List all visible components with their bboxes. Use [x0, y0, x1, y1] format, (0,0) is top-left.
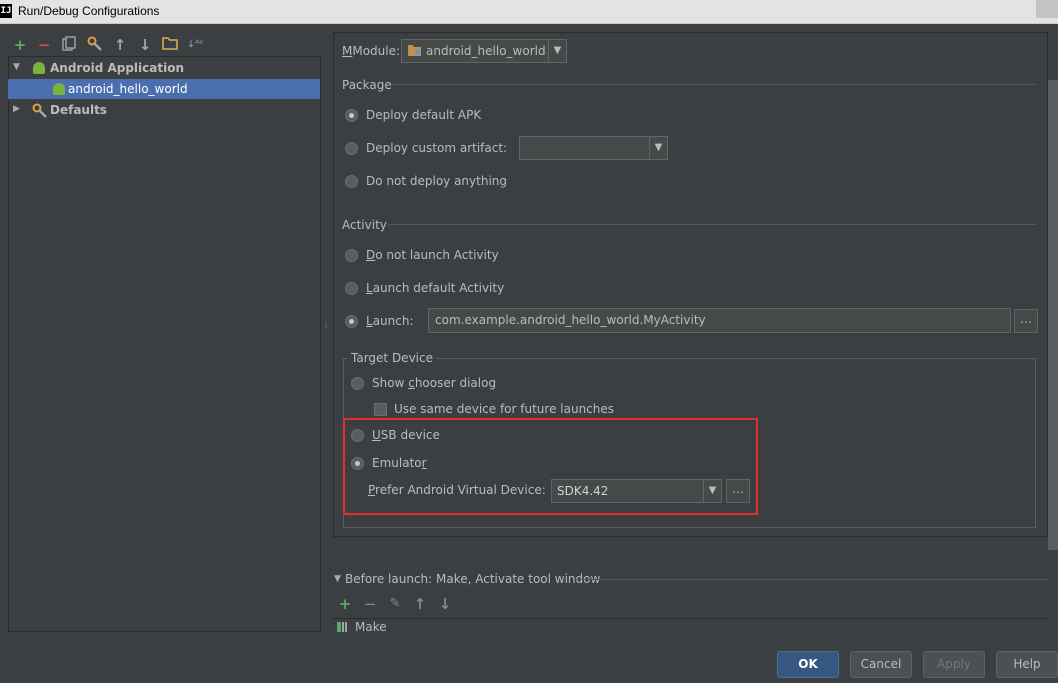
make-task-label: Make	[355, 620, 387, 634]
module-value: android_hello_world	[426, 44, 546, 58]
android-icon	[53, 83, 65, 95]
highlight-box	[343, 418, 758, 515]
chevron-down-icon[interactable]: ▼	[548, 40, 566, 62]
launch-radio[interactable]	[345, 315, 358, 328]
before-launch-remove-icon[interactable]: −	[361, 595, 379, 613]
window-close-button[interactable]	[1036, 0, 1058, 18]
make-task-icon	[337, 621, 347, 632]
module-folder-icon	[407, 44, 422, 60]
no-deploy-label: Do not deploy anything	[366, 174, 507, 188]
before-launch-separator	[575, 579, 1048, 580]
launch-default-radio[interactable]	[345, 282, 358, 295]
splitter-handle[interactable]: ⋮ ⋮	[322, 320, 330, 340]
tree-item-android-application[interactable]: ▼ Android Application	[8, 58, 320, 78]
activity-section-title: Activity	[342, 218, 387, 232]
do-not-launch-radio[interactable]	[345, 249, 358, 262]
chevron-down-icon[interactable]: ▼	[649, 137, 667, 159]
deploy-default-label: Deploy default APK	[366, 108, 482, 122]
deploy-custom-label: Deploy custom artifact:	[366, 141, 508, 155]
before-launch-up-icon[interactable]: ↑	[411, 595, 429, 613]
before-launch-down-icon[interactable]: ↓	[436, 595, 454, 613]
no-deploy-radio[interactable]	[345, 175, 358, 188]
package-section-title: Package	[342, 78, 392, 92]
add-icon[interactable]: +	[11, 36, 29, 54]
before-launch-add-icon[interactable]: +	[336, 595, 354, 613]
deploy-default-radio[interactable]	[345, 109, 358, 122]
folder-icon[interactable]	[161, 36, 179, 54]
move-down-icon[interactable]: ↓	[136, 36, 154, 54]
tree-item-label: Defaults	[50, 103, 107, 117]
tree-item-label: android_hello_world	[68, 82, 188, 96]
remove-icon[interactable]: −	[35, 36, 53, 54]
launch-activity-input[interactable]: com.example.android_hello_world.MyActivi…	[428, 308, 1011, 333]
defaults-wrench-icon	[32, 103, 48, 121]
collapse-arrow-icon[interactable]: ▶	[13, 104, 20, 114]
before-launch-list[interactable]	[333, 618, 1048, 632]
launch-default-label: Launch default Activity	[366, 281, 505, 295]
edit-defaults-icon[interactable]	[86, 36, 104, 54]
launch-label: Launch:	[366, 314, 414, 328]
activity-separator	[388, 224, 1036, 225]
apply-button[interactable]: Apply	[923, 651, 985, 678]
vertical-scrollbar[interactable]	[1048, 80, 1058, 550]
help-button[interactable]: Help	[996, 651, 1058, 678]
target-device-title: Target Device	[348, 351, 436, 365]
sort-icon[interactable]: ↓ᴬᶻ	[186, 36, 204, 54]
cancel-button[interactable]: Cancel	[850, 651, 912, 678]
configuration-tree[interactable]	[8, 56, 321, 632]
move-up-icon[interactable]: ↑	[111, 36, 129, 54]
module-label: MModule:	[342, 44, 401, 58]
module-combo[interactable]: android_hello_world ▼	[401, 39, 567, 63]
before-launch-title[interactable]: Before launch: Make, Activate tool windo…	[345, 572, 600, 586]
package-separator	[392, 84, 1036, 85]
show-chooser-label: Show chooser dialog	[372, 376, 497, 390]
tree-item-defaults[interactable]: ▶ Defaults	[8, 100, 320, 120]
intellij-app-icon: IJ	[0, 4, 12, 18]
deploy-custom-radio[interactable]	[345, 142, 358, 155]
artifact-combo[interactable]: ▼	[519, 136, 668, 160]
ok-button[interactable]: OK	[777, 651, 839, 678]
tree-item-android-hello-world[interactable]: android_hello_world	[8, 79, 320, 99]
android-icon	[33, 62, 45, 74]
same-device-checkbox[interactable]	[374, 403, 387, 416]
tree-item-label: Android Application	[50, 61, 185, 75]
launch-browse-button[interactable]: ...	[1014, 309, 1038, 333]
do-not-launch-label: Do not launch Activity	[366, 248, 499, 262]
before-launch-collapse-icon[interactable]: ▼	[334, 574, 341, 584]
title-bar: IJ Run/Debug Configurations	[0, 0, 1058, 24]
window-title: Run/Debug Configurations	[18, 4, 160, 18]
before-launch-edit-icon[interactable]: ✎	[386, 595, 404, 613]
same-device-label: Use same device for future launches	[394, 402, 615, 416]
expand-arrow-icon[interactable]: ▼	[13, 62, 20, 72]
copy-icon[interactable]	[60, 36, 78, 54]
show-chooser-radio[interactable]	[351, 377, 364, 390]
